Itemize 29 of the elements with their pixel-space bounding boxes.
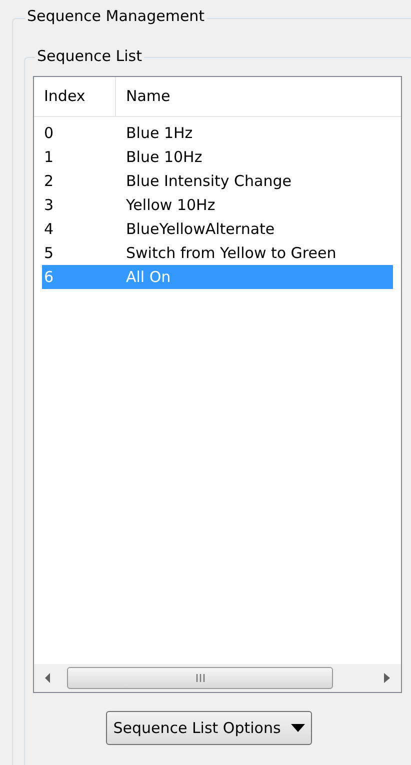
grip-icon xyxy=(196,674,204,682)
name-cell-text: Switch from Yellow to Green xyxy=(125,242,336,264)
index-cell-text: 4 xyxy=(43,218,55,240)
list-row[interactable]: 5 Switch from Yellow to Green xyxy=(42,241,393,265)
list-row[interactable]: 0 Blue 1Hz xyxy=(42,121,393,145)
column-header[interactable]: Index xyxy=(34,77,116,116)
name-cell-text: Blue Intensity Change xyxy=(125,170,292,192)
index-cell-text: 5 xyxy=(43,242,55,264)
index-cell-text: 1 xyxy=(43,146,55,168)
index-cell-text: 3 xyxy=(43,194,55,216)
name-cell-text: BlueYellowAlternate xyxy=(125,218,275,240)
horizontal-scrollbar[interactable] xyxy=(34,664,401,692)
index-cell-text: 6 xyxy=(43,266,55,288)
list-row[interactable]: 2 Blue Intensity Change xyxy=(42,169,393,193)
name-cell-text: Blue 1Hz xyxy=(125,122,193,144)
name-cell-text: Yellow 10Hz xyxy=(125,194,216,216)
name-cell-text: Blue 10Hz xyxy=(125,146,202,168)
caret-icon xyxy=(290,724,305,732)
sequence-list-options-button[interactable]: Sequence List Options xyxy=(106,711,312,745)
index-cell-text: 0 xyxy=(43,122,55,144)
column-header[interactable]: Name xyxy=(116,77,401,116)
scrollbar-thumb[interactable] xyxy=(67,667,333,689)
list-row[interactable]: 4 BlueYellowAlternate xyxy=(42,217,393,241)
index-cell-text: 2 xyxy=(43,170,55,192)
list-row[interactable]: 3 Yellow 10Hz xyxy=(42,193,393,217)
list-row[interactable]: 1 Blue 10Hz xyxy=(42,145,393,169)
scroll-right-icon[interactable] xyxy=(384,673,390,683)
name-cell-text: All On xyxy=(125,266,171,288)
scroll-left-icon[interactable] xyxy=(45,673,51,683)
